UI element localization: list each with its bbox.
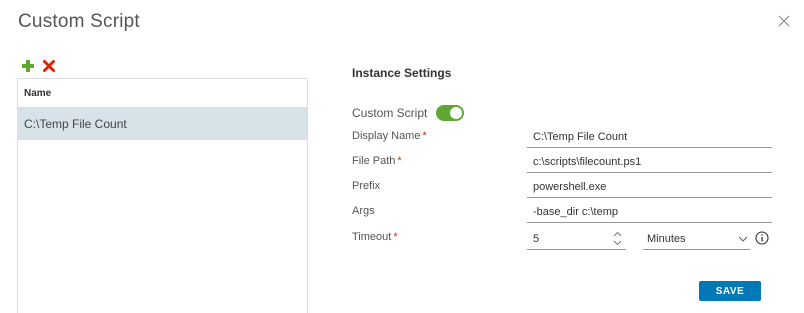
required-marker: * [397, 155, 402, 167]
args-label: Args [352, 205, 375, 217]
display-name-value: C:\Temp File Count [533, 131, 628, 143]
custom-script-toggle[interactable] [436, 105, 465, 121]
list-header-name: Name [18, 79, 307, 108]
display-name-field[interactable]: C:\Temp File Count [527, 127, 772, 148]
timeout-unit-select[interactable]: Minutes [643, 229, 750, 250]
timeout-unit-value: Minutes [647, 233, 686, 245]
prefix-value: powershell.exe [533, 181, 607, 193]
section-title: Instance Settings [352, 66, 452, 80]
file-path-field[interactable]: c:\scripts\filecount.ps1 [527, 152, 772, 173]
prefix-label: Prefix [352, 180, 380, 192]
timeout-value: 5 [533, 233, 540, 245]
file-path-value: c:\scripts\filecount.ps1 [533, 156, 642, 168]
plus-icon[interactable] [21, 59, 35, 73]
list-item-label: C:\Temp File Count [24, 117, 127, 131]
stepper-arrows-icon[interactable] [613, 231, 622, 246]
args-value: -base_dir c:\temp [533, 206, 618, 218]
args-field[interactable]: -base_dir c:\temp [527, 202, 772, 223]
file-path-label: File Path * [352, 155, 402, 167]
prefix-field[interactable]: powershell.exe [527, 177, 772, 198]
display-name-label: Display Name * [352, 130, 427, 142]
timeout-label-text: Timeout [352, 231, 392, 243]
toggle-label: Custom Script [352, 106, 428, 120]
timeout-stepper[interactable]: 5 [527, 229, 626, 250]
required-marker: * [393, 231, 398, 243]
toggle-knob [450, 107, 463, 119]
info-icon[interactable] [755, 231, 769, 245]
custom-script-toggle-row: Custom Script [352, 104, 465, 122]
close-icon[interactable] [776, 13, 792, 29]
timeout-label: Timeout * [352, 231, 398, 243]
prefix-label-text: Prefix [352, 180, 381, 192]
args-label-text: Args [352, 205, 375, 217]
display-name-label-text: Display Name [352, 130, 421, 142]
dialog-title: Custom Script [18, 11, 140, 32]
required-marker: * [422, 130, 427, 142]
chevron-down-icon [738, 236, 748, 242]
list-toolbar [21, 58, 56, 74]
x-icon[interactable] [42, 59, 56, 73]
script-list: Name C:\Temp File Count [17, 78, 308, 313]
save-button[interactable]: SAVE [699, 281, 761, 301]
file-path-label-text: File Path [352, 155, 396, 167]
list-item[interactable]: C:\Temp File Count [18, 108, 307, 140]
